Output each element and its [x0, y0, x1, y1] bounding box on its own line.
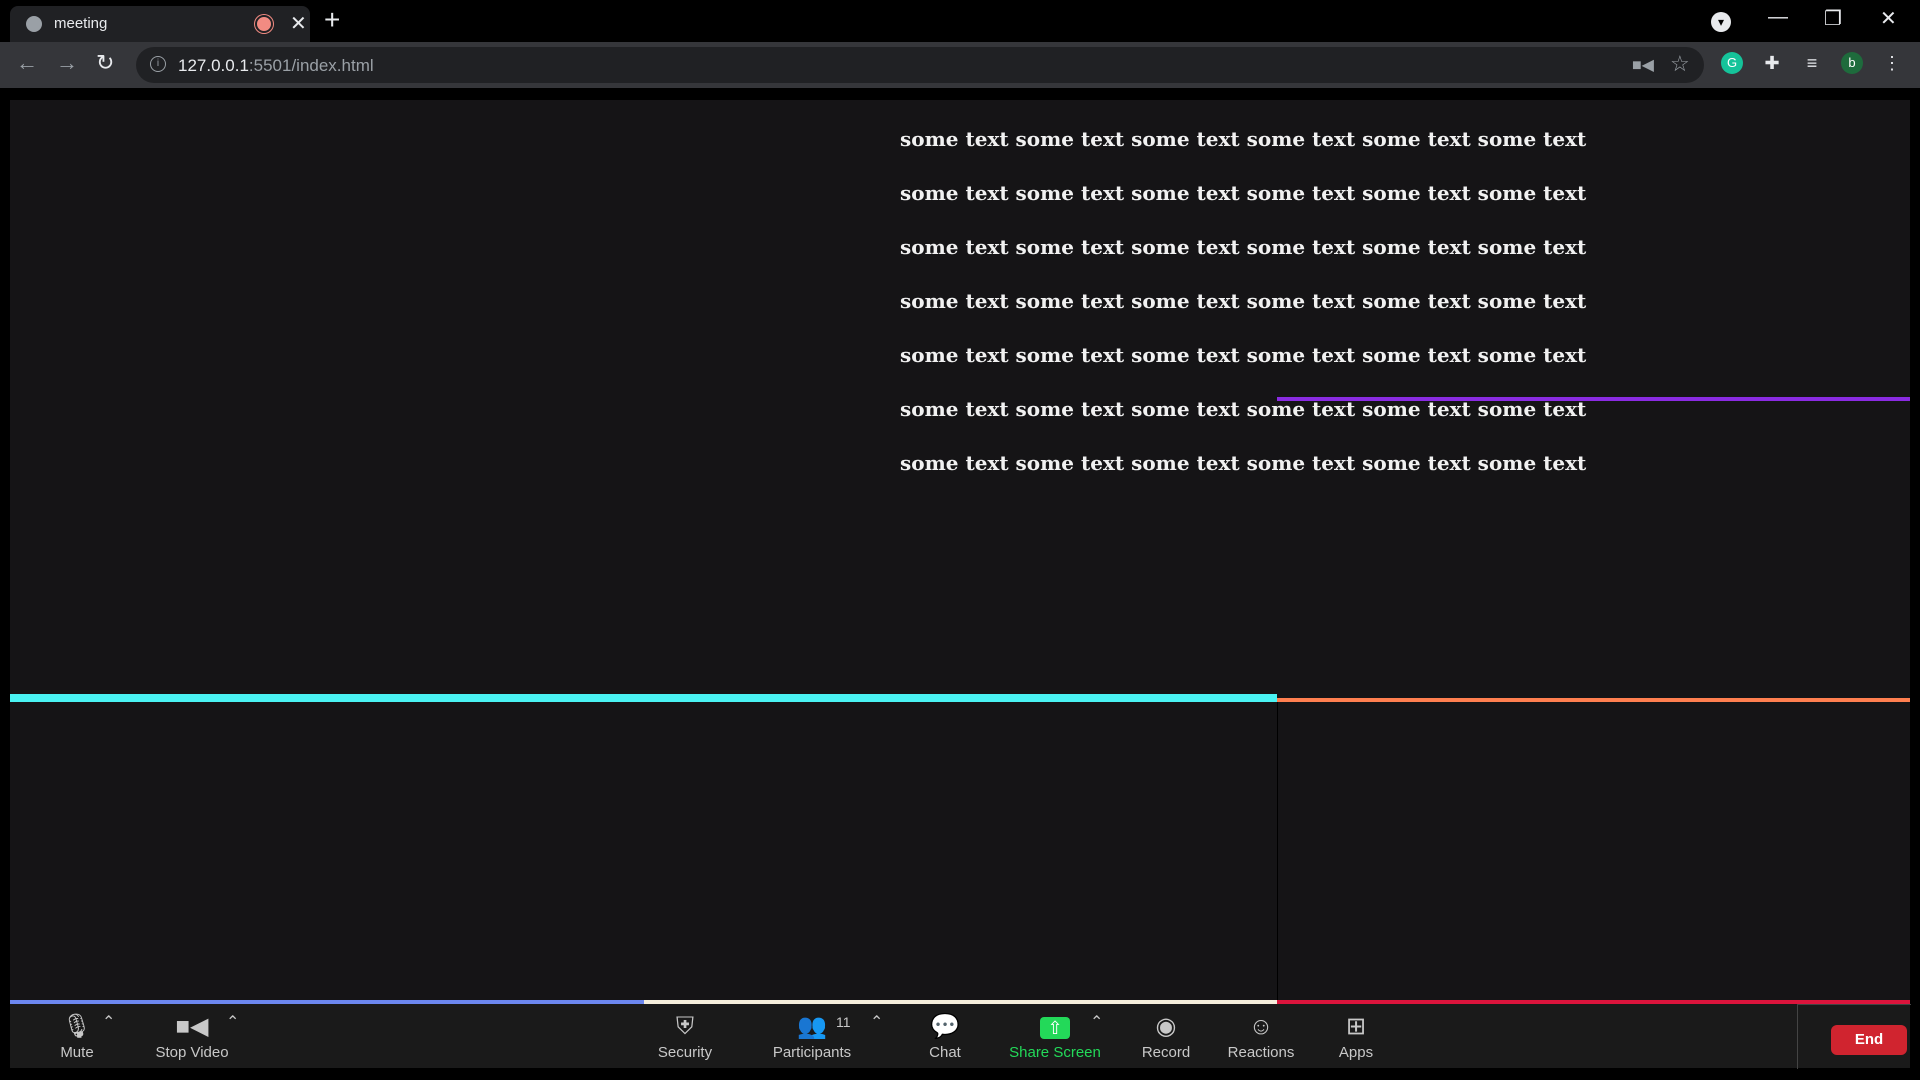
chat-button[interactable]: 💬 Chat — [910, 1012, 980, 1061]
purple-divider — [1277, 397, 1910, 401]
menu-kebab-icon[interactable]: ⋮ — [1881, 52, 1903, 74]
chat-bubble-icon: 💬 — [930, 1013, 960, 1040]
video-options-caret-icon[interactable]: ⌃ — [226, 1012, 239, 1032]
text-block: some text some text some text some text … — [900, 120, 1586, 498]
mute-label: Mute — [60, 1044, 94, 1061]
record-button[interactable]: ◉ Record — [1126, 1012, 1206, 1061]
text-line: some text some text some text some text … — [900, 235, 1587, 259]
panel-separator — [1277, 702, 1278, 1004]
apps-button[interactable]: ⊞ Apps — [1326, 1012, 1386, 1061]
window-close-button[interactable]: ✕ — [1880, 6, 1897, 31]
bookmark-star-icon[interactable]: ☆ — [1670, 51, 1690, 77]
text-line: some text some text some text some text … — [900, 127, 1587, 151]
url-host: 127.0.0.1 — [178, 56, 249, 75]
text-line: some text some text some text some text … — [900, 289, 1587, 313]
record-label: Record — [1141, 1044, 1191, 1061]
extensions-puzzle-icon[interactable]: ✚ — [1761, 52, 1783, 74]
media-control-icon[interactable]: ≡ — [1801, 52, 1823, 74]
participants-label: Participants — [772, 1044, 852, 1061]
text-line: some text some text some text some text … — [900, 343, 1587, 367]
orange-divider — [1277, 698, 1910, 702]
browser-toolbar: ← → ↻ i 127.0.0.1:5501/index.html ■◀ ☆ G… — [0, 42, 1920, 88]
end-meeting-button[interactable]: End — [1831, 1025, 1907, 1055]
back-arrow-icon[interactable]: ← — [16, 50, 38, 76]
security-label: Security — [657, 1044, 713, 1061]
recording-indicator-icon — [255, 15, 273, 33]
forward-arrow-icon[interactable]: → — [56, 50, 78, 76]
share-screen-label: Share Screen — [1009, 1044, 1101, 1061]
tab-title: meeting — [54, 15, 108, 32]
reactions-label: Reactions — [1227, 1044, 1295, 1061]
browser-tab-bar: meeting ✕ + ▾ — ❐ ✕ — [0, 0, 1920, 42]
participants-options-caret-icon[interactable]: ⌃ — [870, 1012, 883, 1032]
meeting-toolbar: 🎙 Mute ⌃ ■◀ Stop Video ⌃ ⛨ Security 👥 Pa… — [10, 1004, 1911, 1069]
record-icon: ◉ — [1155, 1013, 1177, 1040]
end-area: End — [1797, 1004, 1911, 1069]
reload-icon[interactable]: ↻ — [96, 50, 114, 76]
security-button[interactable]: ⛨ Security — [640, 1012, 730, 1061]
globe-icon — [26, 16, 42, 32]
page-canvas: some text some text some text some text … — [10, 100, 1910, 1004]
text-line: some text some text some text some text … — [900, 451, 1587, 475]
url-text[interactable]: 127.0.0.1:5501/index.html — [178, 56, 374, 76]
cyan-divider — [10, 694, 1277, 702]
restore-button[interactable]: ❐ — [1824, 6, 1842, 31]
apps-label: Apps — [1338, 1044, 1374, 1061]
share-options-caret-icon[interactable]: ⌃ — [1090, 1012, 1103, 1032]
participants-count: 11 — [836, 1014, 851, 1030]
stop-video-label: Stop Video — [155, 1044, 229, 1061]
url-path: :5501/index.html — [248, 56, 374, 75]
minimize-button[interactable]: — — [1768, 6, 1788, 29]
profile-avatar[interactable]: b — [1841, 52, 1863, 74]
tab-search-icon[interactable]: ▾ — [1711, 12, 1731, 32]
browser-tab[interactable]: meeting ✕ — [10, 6, 310, 42]
apps-icon: ⊞ — [1345, 1013, 1367, 1040]
text-line: some text some text some text some text … — [900, 181, 1587, 205]
address-bar[interactable]: i 127.0.0.1:5501/index.html ■◀ ☆ — [136, 47, 1704, 83]
new-tab-button[interactable]: + — [324, 4, 340, 36]
reactions-icon: ☺ — [1248, 1013, 1274, 1040]
camera-in-use-icon[interactable]: ■◀ — [1632, 55, 1654, 75]
shield-icon: ⛨ — [676, 1013, 694, 1040]
reactions-button[interactable]: ☺ Reactions — [1216, 1012, 1306, 1061]
chat-label: Chat — [929, 1044, 961, 1061]
audio-options-caret-icon[interactable]: ⌃ — [102, 1012, 115, 1032]
tab-close-icon[interactable]: ✕ — [290, 11, 307, 36]
site-info-icon[interactable]: i — [150, 56, 166, 72]
grammarly-extension-icon[interactable]: G — [1721, 52, 1743, 74]
